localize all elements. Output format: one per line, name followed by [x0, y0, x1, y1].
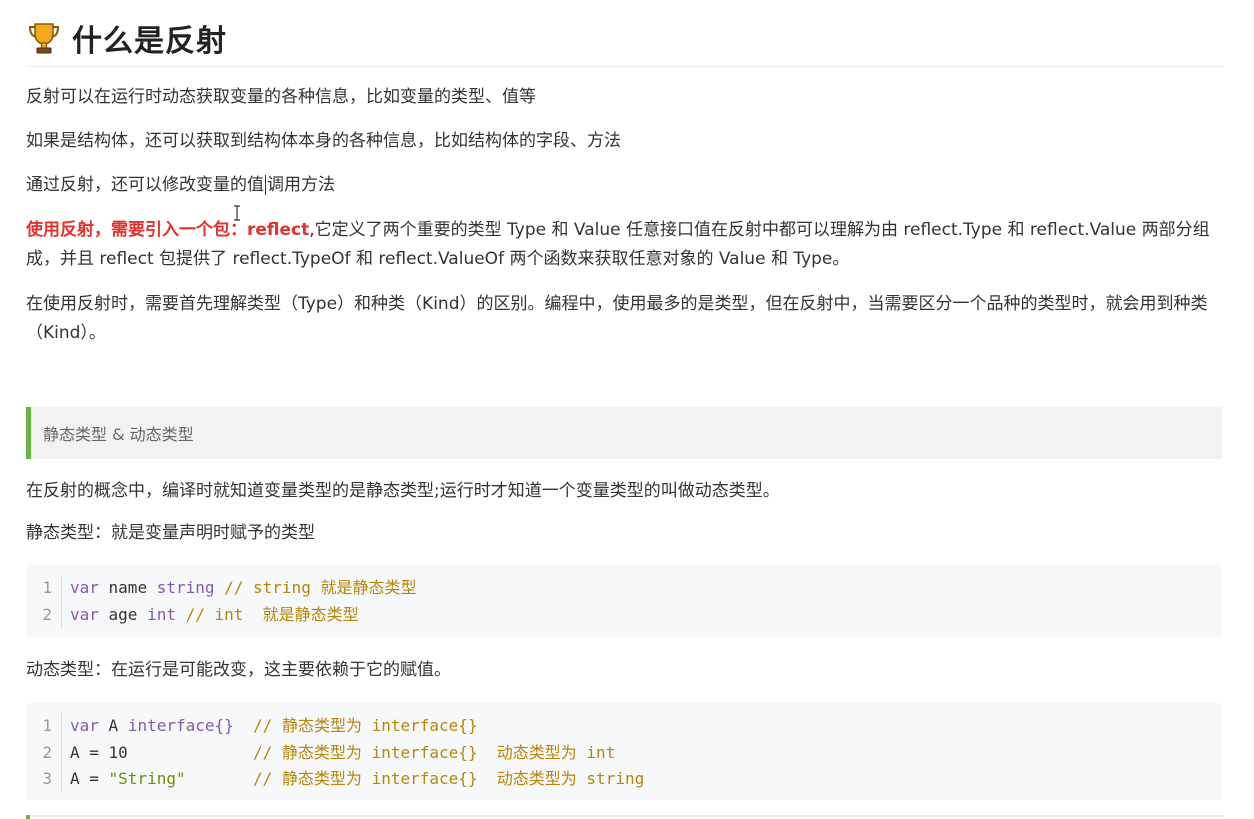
paragraph-struct: 如果是结构体，还可以获取到结构体本身的各种信息，比如结构体的字段、方法	[26, 131, 621, 151]
code-number: 10	[108, 742, 128, 762]
code-block-static: 1 var name string // string 就是静态类型 2 var…	[26, 565, 1222, 637]
code-identifier: A	[98, 716, 128, 735]
code-comment: // string 就是静态类型	[214, 578, 417, 597]
code-type: int	[147, 604, 176, 624]
code-type: string	[156, 578, 215, 597]
code-type: interface{}	[127, 716, 234, 735]
paragraph-dynamic-type: 动态类型：在运行是可能改变，这主要依赖于它的赋值。	[26, 660, 451, 680]
code-keyword: var	[70, 578, 99, 597]
code-padding	[186, 769, 253, 788]
page-title: 什么是反射	[72, 24, 227, 59]
line-number: 2	[26, 739, 62, 766]
code-comment: // 静态类型为 interface{} 动态类型为 int	[253, 742, 616, 762]
code-text: var age int // int 就是静态类型	[62, 602, 359, 629]
paragraph-intro: 反射可以在运行时动态获取变量的各种信息，比如变量的类型、值等	[26, 87, 536, 107]
code-identifier: name	[98, 578, 157, 597]
page-header: 什么是反射	[26, 10, 1224, 67]
code-text: A = 10 // 静态类型为 interface{} 动态类型为 int	[62, 740, 615, 767]
code-identifier: A =	[70, 769, 109, 788]
paragraph-reflect-package: 使用反射，需要引入一个包：reflect,它定义了两个重要的类型 Type 和 …	[26, 216, 1224, 274]
line-number: 1	[26, 713, 62, 740]
code-comment: // 静态类型为 interface{}	[253, 716, 478, 735]
paragraph-static-dynamic: 在反射的概念中，编译时就知道变量类型的是静态类型;运行时才知道一个变量类型的叫做…	[26, 481, 780, 501]
section-heading-quote: 静态类型 & 动态类型	[26, 407, 1222, 459]
code-text: A = "String" // 静态类型为 interface{} 动态类型为 …	[62, 766, 644, 793]
paragraph-modify-text-b: 调用方法	[267, 175, 335, 195]
code-line: 3 A = "String" // 静态类型为 interface{} 动态类型…	[26, 766, 1222, 793]
code-text: var name string // string 就是静态类型	[62, 575, 416, 602]
paragraph-static-type: 静态类型：就是变量声明时赋予的类型	[26, 523, 315, 543]
text-caret	[265, 175, 266, 195]
code-padding	[128, 743, 253, 762]
line-number: 2	[26, 601, 62, 628]
code-padding	[234, 716, 253, 735]
code-identifier: A =	[70, 742, 109, 762]
line-number: 1	[26, 575, 62, 602]
code-comment: // int 就是静态类型	[175, 604, 359, 624]
highlight-text: 使用反射，需要引入一个包：reflect	[26, 220, 310, 240]
line-number: 3	[26, 766, 62, 793]
code-block-dynamic: 1 var A interface{} // 静态类型为 interface{}…	[26, 703, 1222, 800]
code-line: 2 var age int // int 就是静态类型	[26, 601, 1222, 629]
code-string: "String"	[108, 769, 186, 788]
paragraph-modify: 通过反射，还可以修改变量的值 调用方法	[26, 171, 1224, 200]
paragraph-modify-text-a: 通过反射，还可以修改变量的值	[26, 175, 264, 195]
divider	[26, 815, 1224, 817]
code-keyword: var	[70, 604, 99, 624]
code-text: var A interface{} // 静态类型为 interface{}	[62, 713, 478, 740]
code-keyword: var	[70, 716, 99, 735]
paragraph-type-kind: 在使用反射时，需要首先理解类型（Type）和种类（Kind）的区别。编程中，使用…	[26, 294, 1208, 343]
code-comment: // 静态类型为 interface{} 动态类型为 string	[253, 769, 645, 788]
code-identifier: age	[98, 604, 148, 624]
code-line: 1 var name string // string 就是静态类型	[26, 575, 1222, 602]
code-line: 2 A = 10 // 静态类型为 interface{} 动态类型为 int	[26, 739, 1222, 767]
next-quote-marker	[26, 815, 30, 819]
code-line: 1 var A interface{} // 静态类型为 interface{}	[26, 713, 1222, 740]
document-page: 什么是反射 反射可以在运行时动态获取变量的各种信息，比如变量的类型、值等 如果是…	[0, 0, 1254, 819]
trophy-icon	[28, 23, 60, 54]
